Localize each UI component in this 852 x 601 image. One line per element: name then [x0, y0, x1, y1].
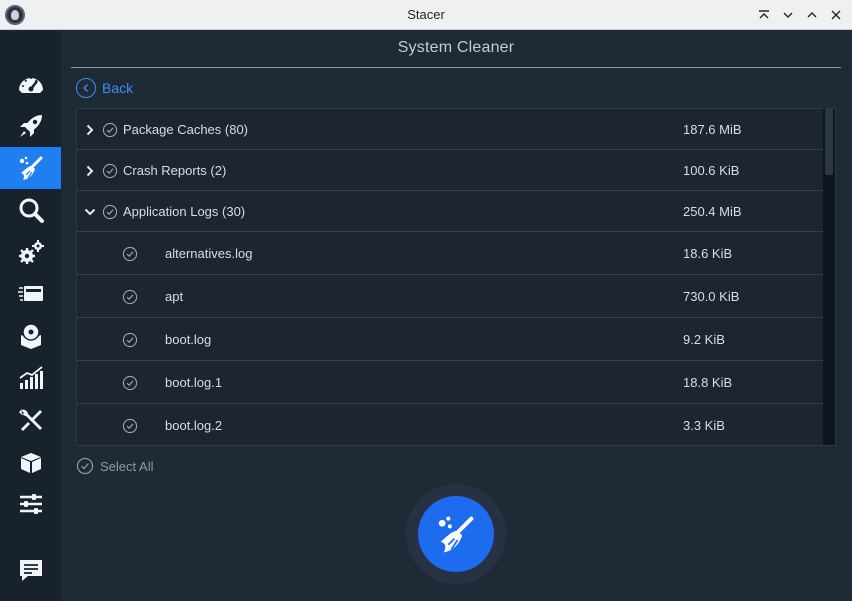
stacer-logo-icon: [5, 5, 25, 25]
sidebar-item-settings[interactable]: [0, 483, 61, 525]
tree-file-row[interactable]: apt 730.0 KiB: [77, 275, 823, 318]
gears-icon: [18, 240, 44, 264]
sidebar-item-system-cleaner[interactable]: [0, 147, 61, 189]
page-title: System Cleaner: [397, 39, 515, 56]
chevron-right-icon[interactable]: [83, 123, 97, 137]
speedometer-icon: [18, 77, 43, 93]
sidebar-item-apt-repository[interactable]: [0, 441, 61, 483]
sidebar-item-services[interactable]: [0, 231, 61, 273]
tools-icon: [18, 409, 42, 431]
keep-above-icon[interactable]: [756, 6, 772, 24]
package-icon: [20, 453, 41, 473]
chevron-left-icon: [76, 78, 96, 98]
maximize-icon[interactable]: [804, 6, 820, 24]
chart-icon: [18, 366, 43, 389]
minimize-icon[interactable]: [780, 6, 796, 24]
select-all-checkbox[interactable]: Select All: [76, 457, 153, 475]
sidebar-item-uninstaller[interactable]: [0, 315, 61, 357]
tree-item-name: Package Caches (80): [123, 121, 249, 137]
tree-item-name: alternatives.log: [165, 245, 253, 261]
tree-file-row[interactable]: boot.log.2 3.3 KiB: [77, 404, 823, 445]
check-circle-icon: [76, 457, 94, 475]
select-all-label: Select All: [100, 458, 154, 474]
tree-item-name: boot.log: [165, 331, 212, 347]
cleaner-tree[interactable]: Package Caches (80) 187.6 MiB Crash Report…: [76, 108, 836, 446]
chevron-down-icon[interactable]: [83, 205, 97, 219]
check-circle-icon[interactable]: [102, 122, 118, 138]
sidebar-item-dashboard[interactable]: [0, 63, 61, 105]
tree-item-size: 100.6 KiB: [683, 162, 740, 178]
sidebar-item-helpers[interactable]: [0, 399, 61, 441]
tree-item-name: Application Logs (30): [123, 203, 246, 219]
sidebar-item-processes[interactable]: [0, 273, 61, 315]
processes-icon: [17, 286, 43, 301]
tree-item-size: 730.0 KiB: [683, 288, 740, 304]
sliders-icon: [19, 494, 42, 514]
tree-item-size: 3.3 KiB: [683, 417, 725, 433]
check-circle-icon[interactable]: [102, 204, 118, 220]
sidebar: [0, 31, 61, 601]
sidebar-item-resources[interactable]: [0, 357, 61, 399]
check-circle-icon[interactable]: [122, 375, 138, 391]
check-circle-icon[interactable]: [122, 289, 138, 305]
close-icon[interactable]: [828, 6, 844, 24]
sidebar-item-search[interactable]: [0, 189, 61, 231]
title-bar: Stacer: [0, 0, 852, 30]
tree-file-row[interactable]: alternatives.log 18.6 KiB: [77, 232, 823, 275]
tree-group-row[interactable]: Application Logs (30) 250.4 MiB: [77, 191, 823, 232]
tree-item-size: 187.6 MiB: [683, 121, 742, 137]
tree-item-name: apt: [165, 288, 184, 304]
clean-button[interactable]: [406, 484, 506, 584]
chevron-right-icon[interactable]: [83, 164, 97, 178]
tree-item-name: boot.log.1: [165, 374, 223, 390]
scrollbar[interactable]: [823, 109, 835, 445]
tree-item-size: 18.6 KiB: [683, 245, 733, 261]
tree-item-size: 250.4 MiB: [683, 203, 742, 219]
broom-icon: [19, 156, 42, 180]
check-circle-icon[interactable]: [122, 332, 138, 348]
magnifier-icon: [19, 198, 44, 223]
comment-icon: [19, 560, 42, 581]
tree-item-name: Crash Reports (2): [123, 162, 227, 178]
check-circle-icon[interactable]: [122, 246, 138, 262]
sidebar-item-startup-apps[interactable]: [0, 105, 61, 147]
tree-group-row[interactable]: Package Caches (80) 187.6 MiB: [77, 109, 823, 150]
window-title: Stacer: [407, 7, 445, 22]
tree-file-row[interactable]: boot.log.1 18.8 KiB: [77, 361, 823, 404]
title-divider: [71, 67, 841, 68]
broom-icon: [438, 516, 474, 553]
sidebar-item-feedback[interactable]: [0, 549, 61, 591]
check-circle-icon[interactable]: [122, 418, 138, 434]
tree-file-row[interactable]: boot.log 9.2 KiB: [77, 318, 823, 361]
back-button[interactable]: Back: [76, 78, 133, 98]
tree-group-row[interactable]: Crash Reports (2) 100.6 KiB: [77, 150, 823, 191]
rocket-icon: [19, 115, 42, 137]
main-panel: System Cleaner Back Package Caches (80) 1…: [61, 31, 852, 601]
tree-item-size: 9.2 KiB: [683, 331, 725, 347]
tree-item-size: 18.8 KiB: [683, 374, 733, 390]
tree-item-name: boot.log.2: [165, 417, 223, 433]
disc-box-icon: [20, 323, 41, 349]
check-circle-icon[interactable]: [102, 163, 118, 179]
back-label: Back: [102, 80, 134, 96]
scrollbar-thumb[interactable]: [825, 109, 833, 175]
